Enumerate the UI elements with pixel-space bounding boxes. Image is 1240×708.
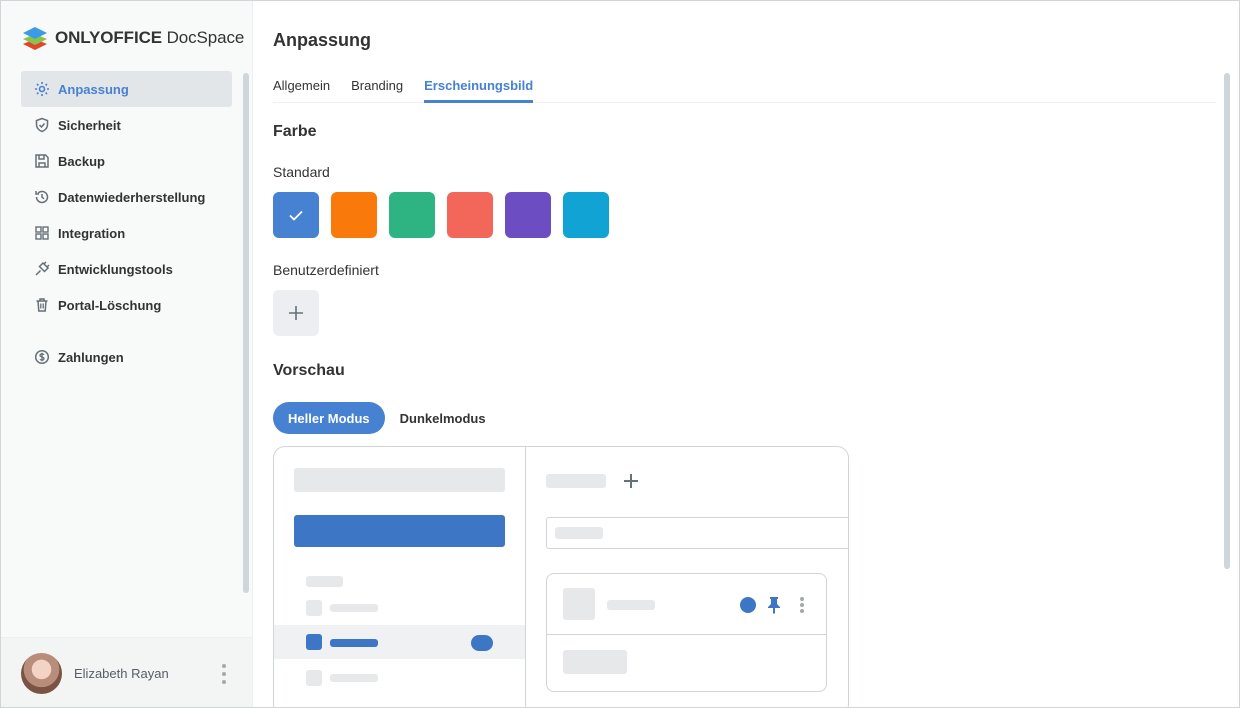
sidebar-nav: Anpassung Sicherheit Backup Datenwiederhers… xyxy=(21,71,232,375)
sidebar-item-label: Anpassung xyxy=(58,81,129,97)
sidebar-item-label: Entwicklungstools xyxy=(58,261,173,277)
page-title: Anpassung xyxy=(273,30,372,50)
main-content: Anpassung Allgemein Branding Erscheinungsb… xyxy=(273,1,1239,707)
sidebar-item-label: Backup xyxy=(58,153,105,169)
preview-skeleton xyxy=(607,600,655,610)
logo-text: ONLYOFFICE DocSpace xyxy=(55,28,245,47)
logo[interactable]: ONLYOFFICE DocSpace xyxy=(21,25,244,51)
avatar[interactable] xyxy=(21,653,62,694)
add-custom-color-button[interactable] xyxy=(273,290,319,336)
floppy-disk-icon xyxy=(32,151,52,171)
preview-heading: Vorschau xyxy=(273,362,345,379)
dark-mode-button[interactable]: Dunkelmodus xyxy=(385,402,501,434)
color-swatch[interactable] xyxy=(563,192,609,238)
more-vertical-icon[interactable] xyxy=(222,664,226,684)
card-divider xyxy=(547,634,826,635)
plus-icon xyxy=(624,474,638,488)
sidebar: ONLYOFFICE DocSpace Anpassung Sicherheit B… xyxy=(1,1,253,707)
preview-skeleton xyxy=(306,600,322,616)
preview-skeleton xyxy=(546,474,606,488)
color-swatch[interactable] xyxy=(331,192,377,238)
shield-icon xyxy=(32,115,52,135)
preview-accent-button xyxy=(294,515,505,547)
light-mode-button[interactable]: Heller Modus xyxy=(273,402,385,434)
sidebar-item-backup[interactable]: Backup xyxy=(21,143,232,179)
preview-content xyxy=(526,447,848,707)
plug-icon xyxy=(32,259,52,279)
main-scrollbar[interactable] xyxy=(1224,73,1230,569)
preview-skeleton xyxy=(563,650,627,674)
tab-allgemein[interactable]: Allgemein xyxy=(273,71,330,103)
tab-branding[interactable]: Branding xyxy=(351,71,403,103)
sidebar-item-sicherheit[interactable]: Sicherheit xyxy=(21,107,232,143)
preview-accent-badge xyxy=(471,635,493,651)
preview-skeleton xyxy=(306,576,343,587)
preview-accent-icon xyxy=(306,634,322,650)
preview-skeleton xyxy=(330,604,378,612)
preview-skeleton xyxy=(330,674,378,682)
preview-sidebar xyxy=(274,447,526,707)
sidebar-scrollbar[interactable] xyxy=(243,73,249,593)
color-swatch[interactable] xyxy=(447,192,493,238)
color-heading: Farbe xyxy=(273,123,317,140)
color-swatch[interactable] xyxy=(389,192,435,238)
grid-icon xyxy=(32,223,52,243)
theme-mode-toggle: Heller Modus Dunkelmodus xyxy=(273,402,501,434)
sidebar-item-zahlungen[interactable]: Zahlungen xyxy=(21,339,232,375)
gear-icon xyxy=(32,79,52,99)
sidebar-item-portal-löschung[interactable]: Portal-Löschung xyxy=(21,287,232,323)
sidebar-item-anpassung[interactable]: Anpassung xyxy=(21,71,232,107)
preview-skeleton xyxy=(306,670,322,686)
preview-search-box xyxy=(546,517,848,549)
sidebar-item-entwicklungstools[interactable]: Entwicklungstools xyxy=(21,251,232,287)
sidebar-item-label: Portal-Löschung xyxy=(58,297,162,313)
dollar-circle-icon xyxy=(32,347,52,367)
pin-icon xyxy=(768,597,780,614)
sidebar-item-integration[interactable]: Integration xyxy=(21,215,232,251)
preview-accent-dot xyxy=(740,597,756,613)
sidebar-item-label: Integration xyxy=(58,225,126,241)
preview-skeleton xyxy=(563,588,595,620)
app-window: ONLYOFFICE DocSpace Anpassung Sicherheit B… xyxy=(0,0,1240,708)
profile-name: Elizabeth Rayan xyxy=(74,666,169,681)
preview-accent-label xyxy=(330,639,378,647)
checkmark-icon xyxy=(289,210,303,221)
standard-colors-label: Standard xyxy=(273,164,330,180)
preview-logo-placeholder xyxy=(294,468,505,492)
history-icon xyxy=(32,187,52,207)
sidebar-item-datenwiederherstellung[interactable]: Datenwiederherstellung xyxy=(21,179,232,215)
preview-room-card xyxy=(546,573,827,692)
onlyoffice-logo-icon xyxy=(23,27,47,50)
preview-skeleton xyxy=(555,527,603,539)
custom-colors-label: Benutzerdefiniert xyxy=(273,262,379,278)
profile-block[interactable]: Elizabeth Rayan xyxy=(1,637,252,707)
color-swatch[interactable] xyxy=(273,192,319,238)
more-vertical-icon xyxy=(800,597,804,613)
standard-color-swatches xyxy=(273,192,609,238)
theme-preview xyxy=(273,446,849,707)
sidebar-item-label: Sicherheit xyxy=(58,117,121,133)
color-swatch[interactable] xyxy=(505,192,551,238)
plus-icon xyxy=(289,306,303,320)
tab-bar: Allgemein Branding Erscheinungsbild xyxy=(273,71,1216,103)
tab-erscheinungsbild[interactable]: Erscheinungsbild xyxy=(424,71,534,103)
sidebar-item-label: Datenwiederherstellung xyxy=(58,189,206,205)
trash-icon xyxy=(32,295,52,315)
sidebar-item-label: Zahlungen xyxy=(58,349,124,365)
